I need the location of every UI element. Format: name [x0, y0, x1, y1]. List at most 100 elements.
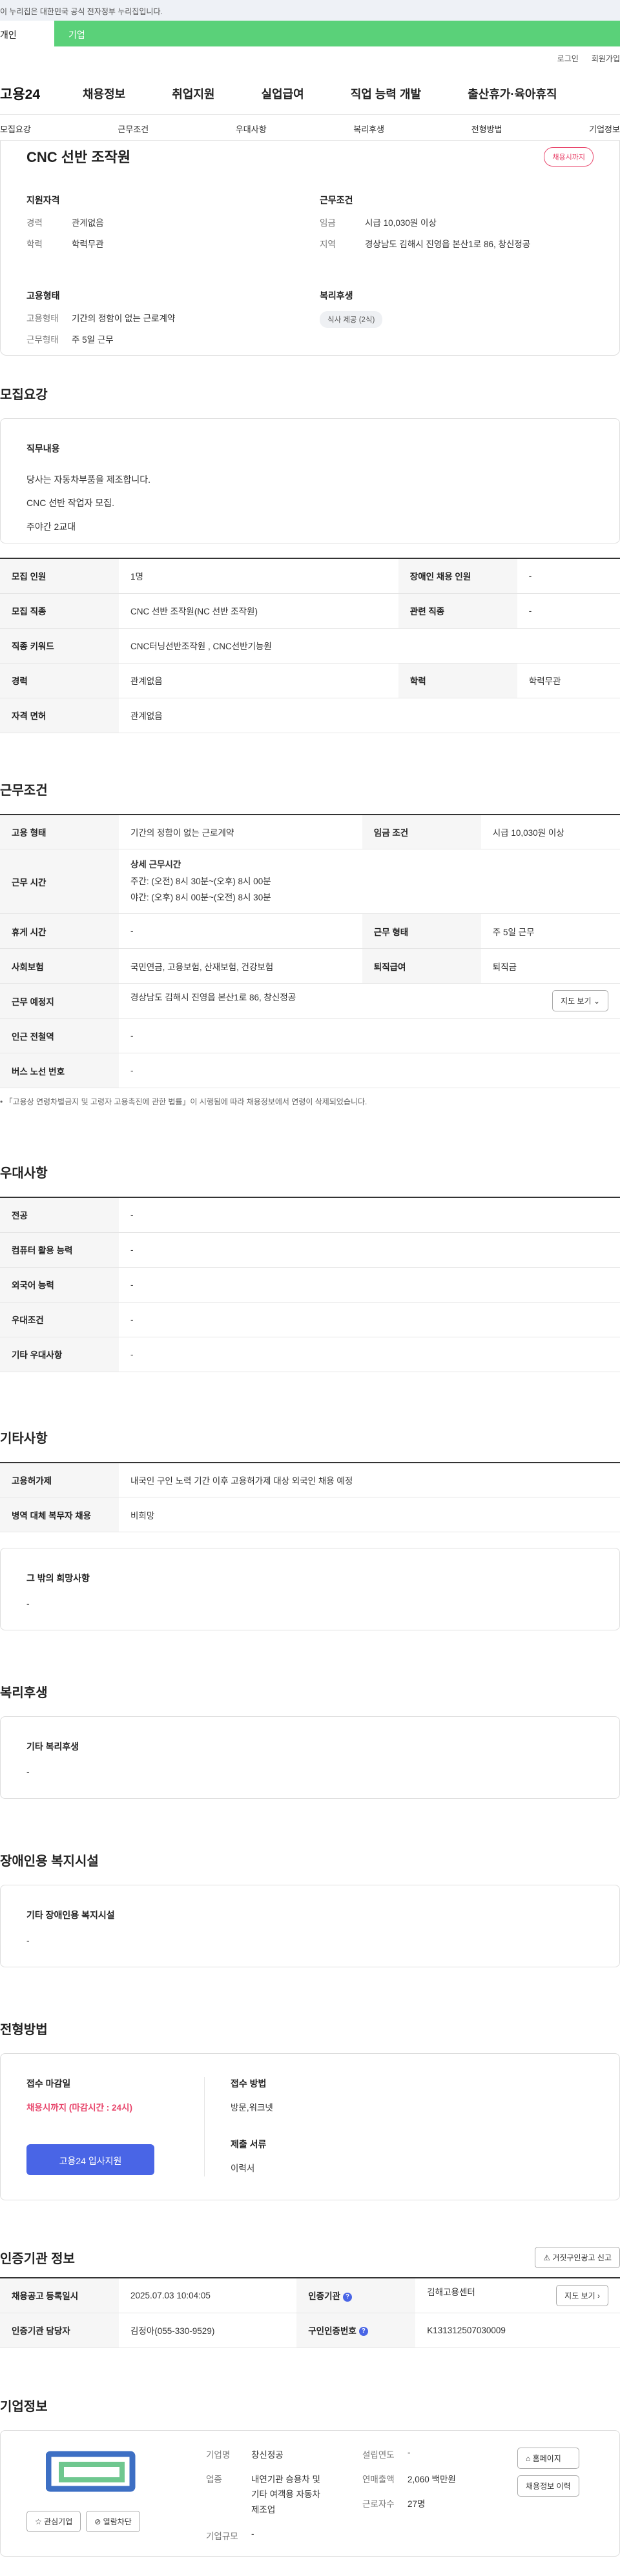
disability-box-value: -	[26, 1935, 30, 1945]
selection-section: 전형방법 접수 마감일 채용시까지 (마감시간 : 24시) 고용24 입사지원…	[0, 2019, 620, 2200]
nav-unemployment[interactable]: 실업급여	[262, 85, 304, 102]
hours-line: 야간: (오후) 8시 00분~(오전) 8시 30분	[130, 893, 271, 903]
label: 업종	[206, 2474, 222, 2484]
site-logo[interactable]: 고용24	[0, 84, 40, 103]
value-cell: 김정아(055-330-9529)	[119, 2313, 297, 2348]
other-wishes-value: -	[26, 1598, 30, 1608]
subnav-welfare[interactable]: 복리후생	[353, 123, 384, 140]
label: 기업명	[206, 2449, 231, 2460]
label: 경력	[26, 218, 43, 228]
info-icon[interactable]: ?	[342, 2292, 352, 2302]
value-cell: -	[119, 1053, 620, 1088]
header-cell: 장애인 채용 인원	[398, 558, 517, 594]
chevron-down-icon: ⌄	[593, 997, 600, 1006]
label: 근로자수	[362, 2499, 395, 2509]
duty-line: 주야간 2교대	[26, 521, 76, 532]
table-row: 자격 면허 관계없음	[0, 698, 620, 733]
selection-box: 접수 마감일 채용시까지 (마감시간 : 24시) 고용24 입사지원 접수 방…	[0, 2053, 620, 2200]
subnav-pref[interactable]: 우대사항	[236, 123, 267, 140]
value-cell: -	[517, 558, 620, 594]
pref-table: 전공 - 컴퓨터 활용 능력 - 외국어 능력 - 우대조건 - 기타 우대사항 -	[0, 1197, 620, 1372]
login-link[interactable]: 로그인	[557, 53, 579, 64]
cert-map-button[interactable]: 지도 보기 ›	[556, 2284, 608, 2306]
header-cell: 구인인증번호?	[296, 2313, 416, 2348]
industry-value: 내연기관 승용차 및 기타 여객용 자동차 제조업	[251, 2474, 320, 2515]
nav-employment-support[interactable]: 취업지원	[172, 85, 214, 102]
header-cell: 퇴직급여	[362, 948, 481, 984]
block-icon: ⊘	[94, 2517, 103, 2526]
table-row: 인증기관 담당자 김정아(055-330-9529) 구인인증번호? K13131…	[0, 2313, 620, 2348]
block-button[interactable]: ⊘ 열람차단	[86, 2510, 140, 2532]
duty-line: 당사는 자동차부품을 제조합니다.	[26, 474, 150, 485]
value-cell: -	[119, 1267, 620, 1303]
apply-button[interactable]: 고용24 입사지원	[26, 2144, 154, 2175]
value: 주 5일 근무	[72, 335, 114, 345]
header-cell: 우대조건	[0, 1302, 119, 1337]
home-icon: ⌂	[526, 2453, 533, 2463]
value-cell: 학력무관	[517, 663, 620, 698]
table-row: 모집 인원 1명 장애인 채용 인원 -	[0, 558, 620, 594]
value-cell: 국민연금, 고용보험, 산재보험, 건강보험	[119, 948, 362, 984]
job-history-button[interactable]: 채용정보 이력	[517, 2475, 579, 2497]
pref-heading: 우대사항	[0, 1166, 48, 1181]
site-header: 로그인 회원가입 고용24 채용정보 취업지원 실업급여 직업 능력 개발 출산…	[0, 46, 620, 115]
value: 기간의 정함이 없는 근로계약	[72, 314, 176, 323]
work-table: 고용 형태 기간의 정함이 없는 근로계약 임금 조건 시급 10,030원 이상 근…	[0, 813, 620, 1088]
duty-heading: 직무내용	[26, 443, 60, 454]
header-cell: 병역 대체 복무자 채용	[0, 1497, 119, 1532]
subnav-company[interactable]: 기업정보	[589, 123, 620, 140]
value-cell: CNC 선반 조작원(NC 선반 조작원)	[119, 593, 398, 629]
info-icon[interactable]: ?	[358, 2327, 368, 2337]
header-cell: 근무 형태	[362, 913, 481, 949]
sales-value: 2,060 백만원	[408, 2474, 456, 2484]
value-cell: 주 5일 근무	[480, 913, 620, 949]
gov-banner: 이 누리집은 대한민국 공식 전자정부 누리집입니다.	[0, 0, 620, 21]
status-badge: 채용시까지	[544, 147, 594, 167]
header-cell: 인근 전철역	[0, 1018, 119, 1053]
header-cell: 인증기관?	[296, 2278, 416, 2313]
report-button[interactable]: ⚠ 거짓구인광고 신고	[535, 2247, 620, 2268]
nav-training[interactable]: 직업 능력 개발	[351, 85, 421, 102]
header-label: 구인인증번호	[308, 2326, 356, 2336]
label: 설립연도	[362, 2449, 395, 2460]
value: 시급 10,030원 이상	[365, 218, 437, 228]
main-nav: 채용정보 취업지원 실업급여 직업 능력 개발 출산휴가·육아휴직	[83, 85, 604, 102]
signup-link[interactable]: 회원가입	[592, 53, 620, 64]
welfare-block: 복리후생 식사 제공 (2식)	[320, 289, 594, 354]
section-subnav: 모집요강 근무조건 우대사항 복리후생 전형방법 기업정보	[0, 115, 620, 141]
welfare-heading: 복리후생	[320, 290, 353, 301]
user-type-tabs: 개인 기업	[0, 21, 620, 46]
table-row: 직종 키워드 CNC터닝선반조작원 , CNC선반기능원	[0, 628, 620, 664]
homepage-label: 홈페이지	[532, 2453, 561, 2463]
recruit-section: 모집요강 직무내용 당사는 자동차부품을 제조합니다. CNC 선반 작업자 모…	[0, 384, 620, 733]
label: 근무형태	[26, 335, 59, 345]
deadline-value: 채용시까지 (마감시간 : 24시)	[26, 2103, 132, 2113]
util-links: 로그인 회원가입	[557, 53, 620, 64]
hours-line: 주간: (오전) 8시 30분~(오후) 8시 00분	[130, 876, 271, 886]
favorite-button[interactable]: ☆ 관심기업	[26, 2510, 81, 2532]
employees-value: 27명	[408, 2499, 426, 2509]
subnav-recruit[interactable]: 모집요강	[0, 123, 31, 140]
tab-business[interactable]: 기업	[54, 21, 620, 46]
homepage-button[interactable]: ⌂ 홈페이지	[517, 2447, 579, 2469]
employment-form-block: 고용형태 고용형태 기간의 정함이 없는 근로계약 근무형태 주 5일 근무	[26, 289, 300, 354]
header-cell: 휴게 시간	[0, 913, 119, 949]
header-label: 인증기관	[308, 2291, 340, 2302]
subnav-select[interactable]: 전형방법	[471, 123, 502, 140]
table-row: 채용공고 등록일시 2025.07.03 10:04:05 인증기관? 김해고용센…	[0, 2278, 620, 2313]
etc-table: 고용허가제 내국인 구인 노력 기간 이후 고용허가제 대상 외국인 채용 예정 …	[0, 1461, 620, 1532]
map-button[interactable]: 지도 보기 ⌄	[552, 990, 608, 1011]
subnav-work[interactable]: 근무조건	[118, 123, 149, 140]
hours-cell: 상세 근무시간 주간: (오전) 8시 30분~(오후) 8시 00분 야간: …	[119, 849, 620, 914]
header-cell: 고용 형태	[0, 814, 119, 849]
table-row: 휴게 시간 - 근무 형태 주 5일 근무	[0, 913, 620, 949]
tab-personal[interactable]: 개인	[0, 21, 54, 46]
duty-line: CNC 선반 작업자 모집.	[26, 498, 115, 509]
table-row: 근무 예정지 경상남도 김해시 진영읍 본산1로 86, 창신정공 지도 보기 …	[0, 983, 620, 1019]
nav-leave[interactable]: 출산휴가·육아휴직	[468, 85, 557, 102]
nav-jobs[interactable]: 채용정보	[83, 85, 125, 102]
deadline-block: 접수 마감일 채용시까지 (마감시간 : 24시) 고용24 입사지원	[26, 2077, 205, 2176]
qualification-block: 지원자격 경력 관계없음 학력 학력무관	[26, 194, 300, 289]
table-row: 기타 우대사항 -	[0, 1337, 620, 1372]
cert-table: 채용공고 등록일시 2025.07.03 10:04:05 인증기관? 김해고용센…	[0, 2277, 620, 2348]
